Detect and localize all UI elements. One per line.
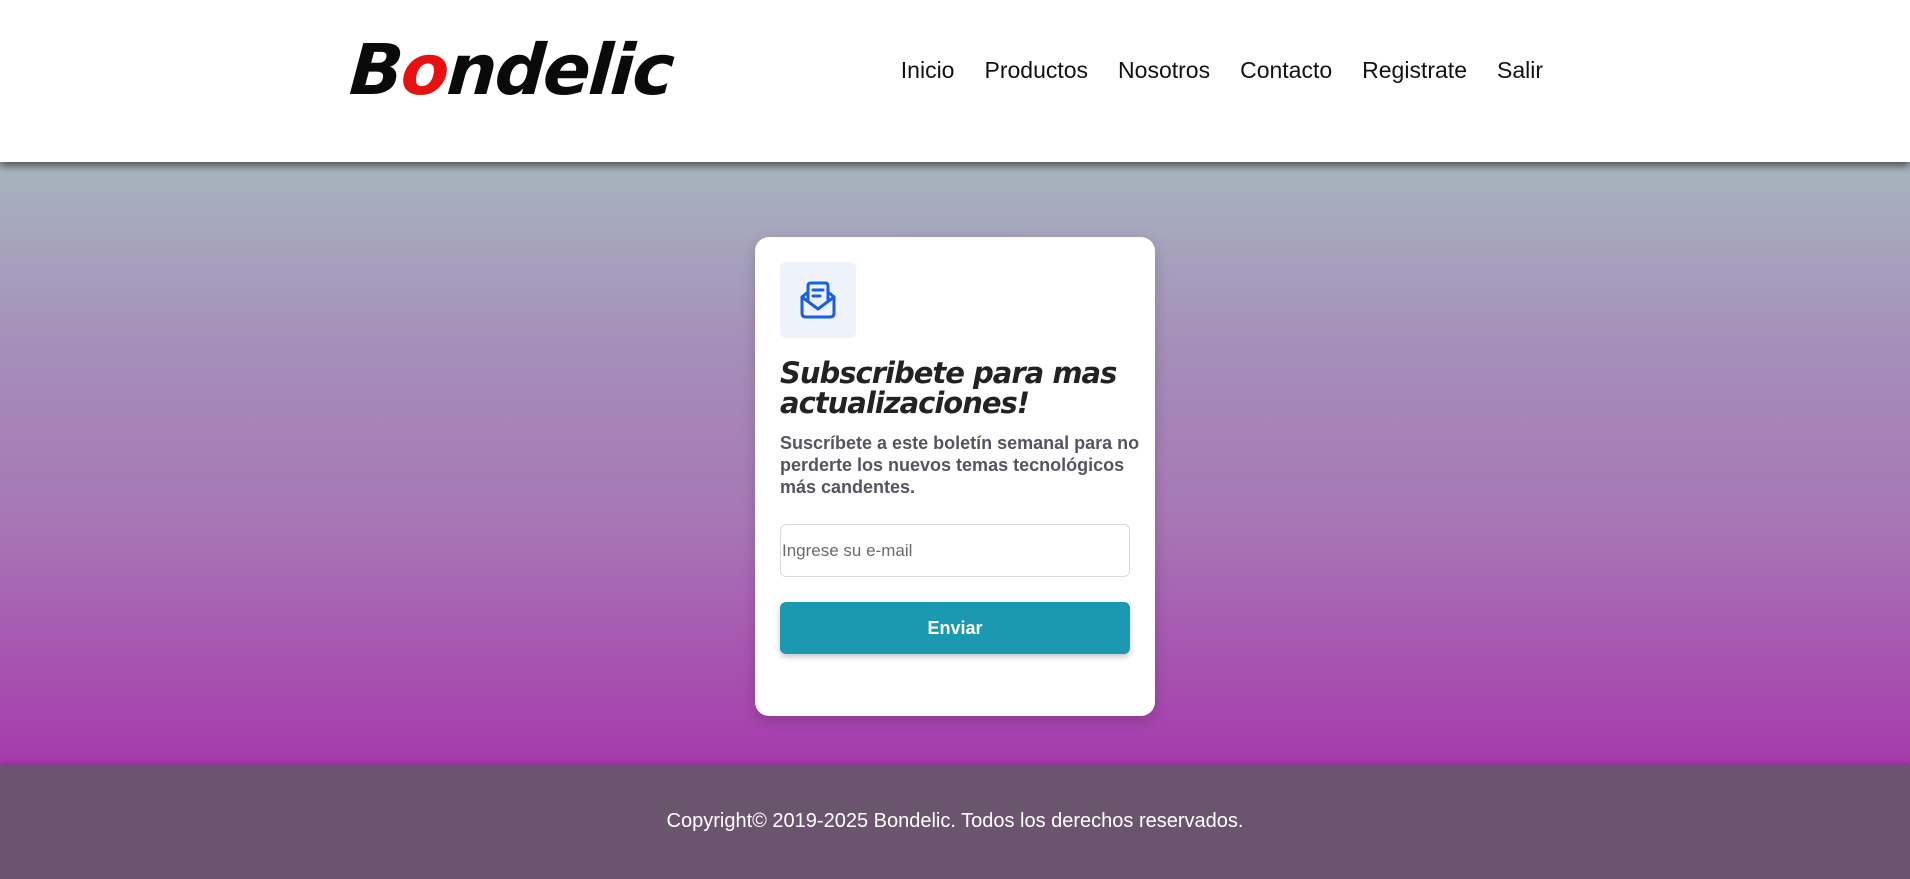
logo-letter-o: o bbox=[398, 29, 451, 111]
nav-nosotros[interactable]: Nosotros bbox=[1118, 52, 1210, 88]
subscribe-description: Suscríbete a este boletín semanal para n… bbox=[780, 433, 1140, 497]
copyright-text: Copyright© 2019-2025 Bondelic. Todos los… bbox=[666, 809, 1244, 832]
nav-contacto[interactable]: Contacto bbox=[1240, 52, 1332, 88]
nav-registrate[interactable]: Registrate bbox=[1362, 52, 1467, 88]
logo-letter-b: B bbox=[347, 29, 405, 111]
send-button[interactable]: Enviar bbox=[780, 602, 1130, 654]
nav-productos[interactable]: Productos bbox=[984, 52, 1088, 88]
logo[interactable]: Bondelic bbox=[347, 29, 676, 111]
email-input[interactable] bbox=[780, 524, 1130, 577]
subscribe-card: Subscribete para mas actualizaciones! Su… bbox=[755, 237, 1155, 716]
nav-salir[interactable]: Salir bbox=[1497, 52, 1543, 88]
envelope-open-icon bbox=[780, 262, 856, 338]
main-nav: Inicio Productos Nosotros Contacto Regis… bbox=[901, 52, 1543, 88]
site-footer: Copyright© 2019-2025 Bondelic. Todos los… bbox=[0, 766, 1910, 879]
subscribe-title: Subscribete para mas actualizaciones! bbox=[780, 356, 1117, 420]
nav-inicio[interactable]: Inicio bbox=[901, 52, 955, 88]
logo-text-rest: ndelic bbox=[444, 29, 676, 111]
site-header: Bondelic Inicio Productos Nosotros Conta… bbox=[0, 0, 1910, 162]
